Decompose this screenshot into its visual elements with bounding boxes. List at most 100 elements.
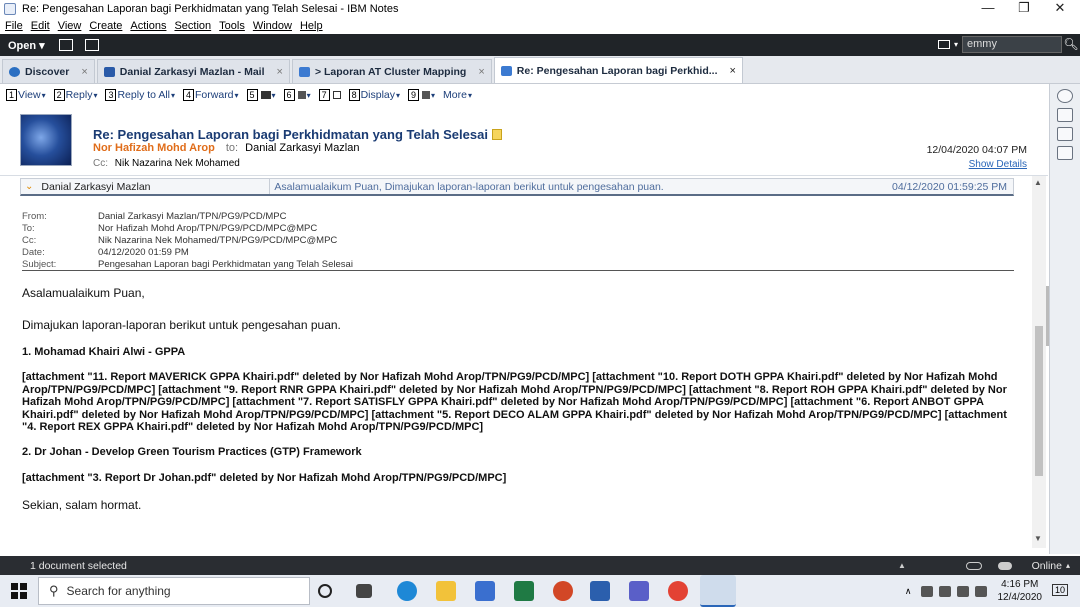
tab-label: Danial Zarkasyi Mazlan - Mail [119, 65, 265, 78]
search-scope-caret-icon[interactable]: ▾ [954, 40, 958, 49]
tab-label: Re: Pengesahan Laporan bagi Perkhid... [516, 64, 718, 77]
network-icon[interactable] [938, 585, 951, 597]
task-view-icon[interactable] [356, 584, 372, 598]
forward-button[interactable]: 4 Forward ▾ [183, 89, 239, 101]
briefcase-icon[interactable] [1057, 108, 1073, 122]
thread-sender: Danial Zarkasyi Mazlan [41, 180, 151, 193]
action-label: Forward [195, 89, 234, 101]
from-line: Nor Hafizah Mohd Arop to: Danial Zarkasy… [93, 142, 360, 154]
message-scrollbar[interactable]: ▲ ▼ [1032, 176, 1046, 548]
sender-name[interactable]: Nor Hafizah Mohd Arop [93, 142, 215, 154]
cortana-icon[interactable] [318, 584, 332, 598]
word-icon[interactable] [590, 581, 610, 601]
reply-all-button[interactable]: 3 Reply to All ▾ [105, 89, 175, 101]
chevron-down-icon[interactable]: ⌄ [25, 181, 33, 192]
minimize-button[interactable]: — [970, 0, 1006, 18]
action-9-button[interactable]: 9 ▾ [408, 89, 435, 101]
excel-icon[interactable] [514, 581, 534, 601]
tab-current-message[interactable]: Re: Pengesahan Laporan bagi Perkhid... × [493, 57, 743, 83]
action-7-button[interactable]: 7 [318, 89, 341, 101]
tab-close-icon[interactable]: × [730, 65, 736, 77]
mail-tray-icon[interactable] [920, 585, 933, 597]
keytip: 8 [348, 89, 360, 101]
menu-view[interactable]: View [58, 20, 82, 32]
detail-value: Danial Zarkasyi Mazlan/TPN/PG9/PCD/MPC [98, 211, 287, 222]
folder-icon [297, 91, 306, 99]
cloud-icon[interactable] [997, 561, 1012, 570]
tab-close-icon[interactable]: × [277, 66, 283, 78]
taskbar-search[interactable]: ⚲ Search for anything [38, 577, 310, 605]
powerpoint-icon[interactable] [553, 581, 573, 601]
taskbar-clock[interactable]: 4:16 PM 12/4/2020 [998, 578, 1043, 604]
windows-start-icon[interactable] [11, 583, 27, 599]
outer-scroll-thumb[interactable] [1046, 286, 1049, 346]
action-label: More [443, 89, 467, 101]
wifi-icon[interactable] [956, 585, 969, 597]
ibm-notes-taskbar-icon[interactable] [700, 575, 736, 607]
chevron-up-icon[interactable]: ▴ [1066, 561, 1070, 570]
key-icon[interactable] [965, 561, 982, 570]
menu-section[interactable]: Section [174, 20, 211, 32]
thread-item[interactable]: ⌄ Danial Zarkasyi Mazlan Asalamualaikum … [20, 178, 1014, 196]
view-button[interactable]: 1 View ▾ [6, 89, 46, 101]
keytip: 5 [246, 89, 258, 101]
mail-icon[interactable] [58, 39, 73, 51]
chevron-down-icon: ▾ [271, 90, 276, 100]
action-6-button[interactable]: 6 ▾ [283, 89, 311, 101]
sametime-icon[interactable] [1057, 89, 1073, 103]
notification-count[interactable]: 10 [1051, 584, 1068, 596]
calendar-icon[interactable] [1057, 146, 1073, 160]
recipient-name[interactable]: Danial Zarkasyi Mazlan [245, 142, 359, 154]
cc-name[interactable]: Nik Nazarina Nek Mohamed [115, 158, 240, 169]
open-button[interactable]: Open ▾ [8, 39, 45, 52]
search-scope-icon[interactable] [937, 40, 950, 49]
more-button[interactable]: More ▾ [443, 89, 472, 101]
detail-row: From: Danial Zarkasyi Mazlan/TPN/PG9/PCD/… [22, 211, 353, 223]
scroll-up-icon[interactable]: ▲ [1034, 178, 1042, 187]
scroll-thumb[interactable] [1035, 326, 1043, 476]
tab-close-icon[interactable]: × [81, 66, 87, 78]
windows-taskbar: ⚲ Search for anything ∧ 4:16 PM 12/4/202… [0, 575, 1080, 607]
tab-mail[interactable]: Danial Zarkasyi Mazlan - Mail × [96, 59, 290, 83]
menu-edit[interactable]: Edit [31, 20, 50, 32]
display-button[interactable]: 8 Display ▾ [348, 89, 400, 101]
menu-window[interactable]: Window [253, 20, 292, 32]
feeds-icon[interactable] [1057, 127, 1073, 141]
search-input[interactable]: emmy [962, 36, 1062, 53]
store-icon[interactable] [475, 581, 495, 601]
close-button[interactable]: ✕ [1042, 0, 1078, 18]
tab-laporan[interactable]: > Laporan AT Cluster Mapping × [291, 59, 492, 83]
reply-button[interactable]: 2 Reply ▾ [53, 89, 98, 101]
copy-icon [332, 91, 341, 99]
chevron-down-icon: ▾ [467, 90, 472, 100]
menu-create[interactable]: Create [89, 20, 122, 32]
chevron-down-icon: ▾ [93, 90, 98, 100]
show-details-link[interactable]: Show Details [969, 159, 1027, 170]
edge-icon[interactable] [397, 581, 417, 601]
scroll-down-icon[interactable]: ▼ [1034, 534, 1042, 543]
volume-icon[interactable] [974, 585, 987, 597]
intro-paragraph: Dimajukan laporan-laporan berikut untuk … [22, 318, 341, 332]
search-icon[interactable]: 🔍︎ [1062, 36, 1080, 53]
chrome-icon[interactable] [668, 581, 688, 601]
menu-actions[interactable]: Actions [130, 20, 166, 32]
chevron-up-icon[interactable]: ∧ [905, 586, 912, 597]
file-explorer-icon[interactable] [436, 581, 456, 601]
calendar-icon[interactable] [84, 39, 99, 51]
action-5-button[interactable]: 5 ▾ [246, 89, 276, 101]
closing: Sekian, salam hormat. [22, 498, 142, 512]
detail-row: Cc: Nik Nazarina Nek Mohamed/TPN/PG9/PCD/… [22, 235, 353, 247]
message-date: 12/04/2020 04:07 PM [926, 144, 1027, 156]
keytip: 7 [318, 89, 330, 101]
menu-bar: File Edit View Create Actions Section To… [0, 18, 1080, 34]
teams-icon[interactable] [629, 581, 649, 601]
search-area: ▾ emmy 🔍︎ [937, 36, 1080, 53]
chevron-up-icon[interactable]: ▲ [898, 561, 906, 570]
online-status[interactable]: Online [1032, 560, 1062, 572]
menu-file[interactable]: File [5, 20, 23, 32]
menu-tools[interactable]: Tools [219, 20, 245, 32]
tab-close-icon[interactable]: × [478, 66, 484, 78]
maximize-button[interactable]: ❐ [1006, 0, 1042, 18]
tab-discover[interactable]: Discover × [2, 59, 95, 83]
menu-help[interactable]: Help [300, 20, 323, 32]
